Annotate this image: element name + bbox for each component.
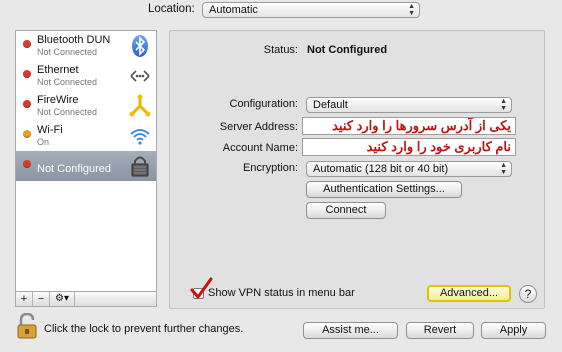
status-dot-red-icon: [23, 160, 31, 168]
popup-arrows-icon: ▲ ▼: [500, 98, 507, 112]
status-label: Status:: [263, 44, 298, 56]
wifi-icon: [130, 129, 150, 145]
configuration-popup[interactable]: Default ▲ ▼: [306, 97, 512, 113]
popup-arrows-icon: ▲ ▼: [500, 162, 507, 176]
status-dot-red-icon: [23, 100, 31, 108]
server-address-label: Server Address:: [219, 121, 298, 133]
server-address-input[interactable]: یکی از آدرس سرورها را وارد کنید: [302, 117, 516, 135]
apply-button[interactable]: Apply: [481, 322, 546, 339]
bluetooth-icon: [132, 35, 148, 57]
service-name: FireWire: [37, 94, 79, 106]
status-value: Not Configured: [307, 44, 388, 56]
location-label: Location:: [148, 3, 195, 15]
help-button[interactable]: ?: [519, 285, 537, 303]
service-item-ethernet[interactable]: Ethernet Not Connected: [16, 61, 156, 91]
encryption-popup[interactable]: Automatic (128 bit or 40 bit) ▲ ▼: [306, 161, 512, 177]
advanced-button[interactable]: Advanced...: [427, 285, 511, 302]
remove-service-button[interactable]: −: [33, 292, 50, 306]
status-dot-red-icon: [23, 40, 31, 48]
vpn-settings-panel: Status: Not Configured Configuration: De…: [169, 30, 545, 309]
location-popup[interactable]: Automatic ▲ ▼: [202, 2, 420, 18]
service-name: Not Configured: [37, 163, 111, 175]
service-name: Ethernet: [37, 64, 79, 76]
encryption-label: Encryption:: [242, 162, 298, 174]
add-service-button[interactable]: +: [16, 292, 33, 306]
vpn-lock-icon: [131, 156, 149, 177]
authentication-settings-button[interactable]: Authentication Settings...: [306, 181, 462, 198]
service-status: Not Connected: [37, 77, 98, 87]
service-item-wifi[interactable]: Wi-Fi On: [16, 121, 156, 151]
service-name: Wi-Fi: [37, 124, 63, 136]
location-value: Automatic: [209, 4, 258, 16]
service-item-bluetooth[interactable]: Bluetooth DUN Not Connected: [16, 31, 156, 61]
action-menu-button[interactable]: ⚙▾: [50, 292, 75, 306]
service-item-vpn[interactable]: Not Configured: [16, 151, 156, 181]
connect-button[interactable]: Connect: [306, 202, 386, 219]
assist-me-button[interactable]: Assist me...: [303, 322, 398, 339]
account-name-input[interactable]: نام کاربری خود را وارد کنید: [302, 138, 516, 156]
configuration-label: Configuration:: [229, 98, 299, 110]
service-name: Bluetooth DUN: [37, 34, 111, 46]
service-status: Not Connected: [37, 107, 98, 117]
revert-button[interactable]: Revert: [406, 322, 474, 339]
lock-instructions: Click the lock to prevent further change…: [44, 323, 244, 335]
service-item-firewire[interactable]: FireWire Not Connected: [16, 91, 156, 121]
status-dot-yellow-icon: [23, 130, 31, 138]
firewire-icon: [129, 94, 151, 117]
popup-arrows-icon: ▲ ▼: [408, 3, 415, 17]
ethernet-icon: [130, 70, 150, 82]
service-list[interactable]: Bluetooth DUN Not Connected Ethernet Not…: [15, 30, 157, 292]
status-dot-red-icon: [23, 70, 31, 78]
configuration-value: Default: [313, 99, 348, 111]
lock-icon[interactable]: [16, 313, 38, 339]
service-status: Not Connected: [37, 47, 98, 57]
encryption-value: Automatic (128 bit or 40 bit): [313, 163, 449, 175]
service-list-toolbar: + − ⚙▾: [15, 291, 157, 307]
service-status: On: [37, 137, 50, 147]
show-vpn-status-label: Show VPN status in menu bar: [208, 287, 355, 299]
account-name-label: Account Name:: [222, 142, 298, 154]
